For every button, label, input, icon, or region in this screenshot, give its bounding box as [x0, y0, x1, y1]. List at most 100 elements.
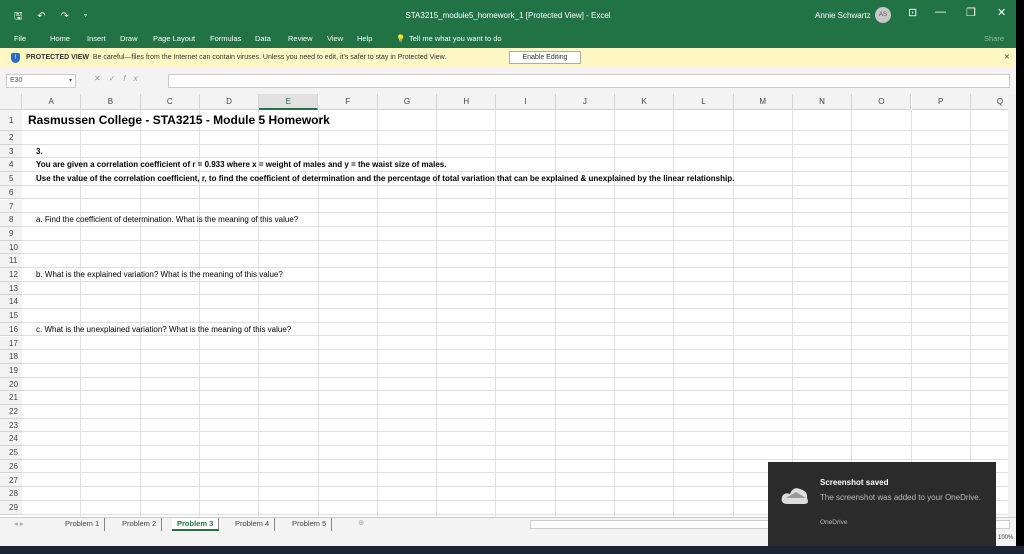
ribbon-tab-insert[interactable]: Insert: [87, 34, 106, 43]
column-header-M[interactable]: M: [733, 94, 793, 110]
ribbon-display-icon[interactable]: ⊡: [908, 6, 917, 19]
share-button[interactable]: Share: [984, 34, 1004, 43]
row-header[interactable]: 5: [0, 172, 22, 186]
row-header[interactable]: 3: [0, 144, 22, 159]
row-header[interactable]: 19: [0, 363, 22, 378]
sheet-tab-2[interactable]: Problem 2: [117, 518, 163, 531]
row-header[interactable]: 13: [0, 281, 22, 296]
chevron-down-icon[interactable]: ▾: [69, 77, 72, 84]
row-cell[interactable]: Rasmussen College - STA3215 - Module 5 H…: [22, 110, 1010, 131]
sheet-tab-1[interactable]: Problem 1: [60, 518, 106, 531]
name-box[interactable]: E30 ▾: [6, 74, 76, 88]
column-header-H[interactable]: H: [437, 94, 497, 110]
row-header[interactable]: 28: [0, 487, 22, 501]
row-cell[interactable]: [22, 241, 1010, 255]
select-all-button[interactable]: [0, 94, 22, 110]
row-cell[interactable]: You are given a correlation coefficient …: [22, 158, 1010, 173]
column-header-K[interactable]: K: [615, 94, 675, 110]
column-header-I[interactable]: I: [496, 94, 556, 110]
column-header-F[interactable]: F: [318, 94, 378, 110]
row-cell[interactable]: Use the value of the correlation coeffic…: [22, 172, 1010, 186]
row-header[interactable]: 16: [0, 322, 22, 337]
column-header-L[interactable]: L: [674, 94, 734, 110]
row-cell[interactable]: [22, 186, 1010, 200]
row-header[interactable]: 27: [0, 473, 22, 488]
sheet-tab-5[interactable]: Problem 5: [287, 518, 333, 531]
row-header[interactable]: 12: [0, 268, 22, 282]
row-cell[interactable]: [22, 282, 1010, 296]
row-header[interactable]: 10: [0, 240, 22, 255]
zoom-level[interactable]: 100%: [998, 535, 1013, 541]
restore-button[interactable]: ❐: [966, 6, 976, 19]
row-header[interactable]: 7: [0, 199, 22, 214]
tell-me-input[interactable]: Tell me what you want to do: [409, 34, 502, 43]
row-cell[interactable]: [22, 391, 1010, 405]
row-cell[interactable]: [22, 227, 1010, 241]
avatar[interactable]: AS: [875, 7, 891, 23]
column-header-N[interactable]: N: [792, 94, 853, 110]
row-header[interactable]: 18: [0, 350, 22, 364]
row-cell[interactable]: [22, 446, 1010, 460]
sheet-nav-arrows[interactable]: ◂ ▸: [14, 519, 24, 528]
close-button[interactable]: ✕: [997, 6, 1006, 19]
row-cell[interactable]: [22, 378, 1010, 392]
row-header[interactable]: 17: [0, 336, 22, 351]
ribbon-tab-page-layout[interactable]: Page Layout: [153, 34, 195, 43]
row-header[interactable]: 25: [0, 446, 22, 460]
row-header[interactable]: 9: [0, 226, 22, 241]
row-header[interactable]: 11: [0, 254, 22, 268]
close-icon[interactable]: ✕: [1004, 53, 1010, 61]
ribbon-tab-data[interactable]: Data: [255, 34, 271, 43]
column-header-E[interactable]: E: [259, 94, 319, 110]
minimize-button[interactable]: —: [935, 6, 946, 18]
row-header[interactable]: 21: [0, 391, 22, 405]
spreadsheet-grid[interactable]: A B C D E F G H I J K L M N O P Q 1 Rasmussen College - ST…: [0, 94, 1016, 517]
row-header[interactable]: 15: [0, 309, 22, 323]
row-cell[interactable]: a. Find the coefficient of determination…: [22, 213, 1010, 227]
row-cell[interactable]: [22, 131, 1010, 145]
enable-editing-button[interactable]: Enable Editing: [509, 51, 581, 64]
row-cell[interactable]: [22, 432, 1010, 447]
row-header[interactable]: 20: [0, 377, 22, 392]
column-header-B[interactable]: B: [81, 94, 141, 110]
row-cell[interactable]: [22, 405, 1010, 419]
row-cell[interactable]: [22, 364, 1010, 378]
fx-icon[interactable]: fx: [123, 74, 145, 83]
row-cell[interactable]: [22, 337, 1010, 351]
row-header[interactable]: 24: [0, 432, 22, 447]
row-header[interactable]: 6: [0, 185, 22, 200]
ribbon-tab-home[interactable]: Home: [50, 34, 70, 43]
formula-input[interactable]: [168, 74, 1010, 88]
column-header-A[interactable]: A: [22, 94, 82, 110]
row-header[interactable]: 26: [0, 459, 22, 474]
row-cell[interactable]: [22, 350, 1010, 364]
row-cell[interactable]: 3.: [22, 145, 1010, 159]
row-cell[interactable]: [22, 309, 1010, 323]
column-header-C[interactable]: C: [140, 94, 200, 110]
row-header[interactable]: 29: [0, 500, 22, 515]
row-cell[interactable]: c. What is the unexplained variation? Wh…: [22, 323, 1010, 337]
user-name[interactable]: Annie Schwartz: [815, 11, 871, 20]
row-header[interactable]: 4: [0, 158, 22, 173]
row-cell[interactable]: [22, 200, 1010, 214]
row-cell[interactable]: [22, 295, 1010, 310]
row-header[interactable]: 23: [0, 418, 22, 433]
row-cell[interactable]: [22, 419, 1010, 433]
row-header[interactable]: 8: [0, 213, 22, 227]
column-header-D[interactable]: D: [199, 94, 260, 110]
ribbon-tab-formulas[interactable]: Formulas: [210, 34, 241, 43]
add-sheet-button[interactable]: ⊕: [358, 518, 364, 527]
sheet-tab-3[interactable]: Problem 3: [172, 518, 220, 531]
ribbon-tab-view[interactable]: View: [327, 34, 343, 43]
ribbon-tab-review[interactable]: Review: [288, 34, 313, 43]
vertical-scrollbar[interactable]: [1008, 94, 1016, 517]
sheet-tab-4[interactable]: Problem 4: [230, 518, 276, 531]
column-header-J[interactable]: J: [555, 94, 615, 110]
row-header[interactable]: 14: [0, 295, 22, 310]
ribbon-tab-draw[interactable]: Draw: [120, 34, 138, 43]
ribbon-tab-help[interactable]: Help: [357, 34, 372, 43]
row-header[interactable]: 22: [0, 405, 22, 419]
row-cell[interactable]: [22, 254, 1010, 268]
row-cell[interactable]: b. What is the explained variation? What…: [22, 268, 1010, 282]
ribbon-tab-file[interactable]: File: [14, 34, 26, 43]
